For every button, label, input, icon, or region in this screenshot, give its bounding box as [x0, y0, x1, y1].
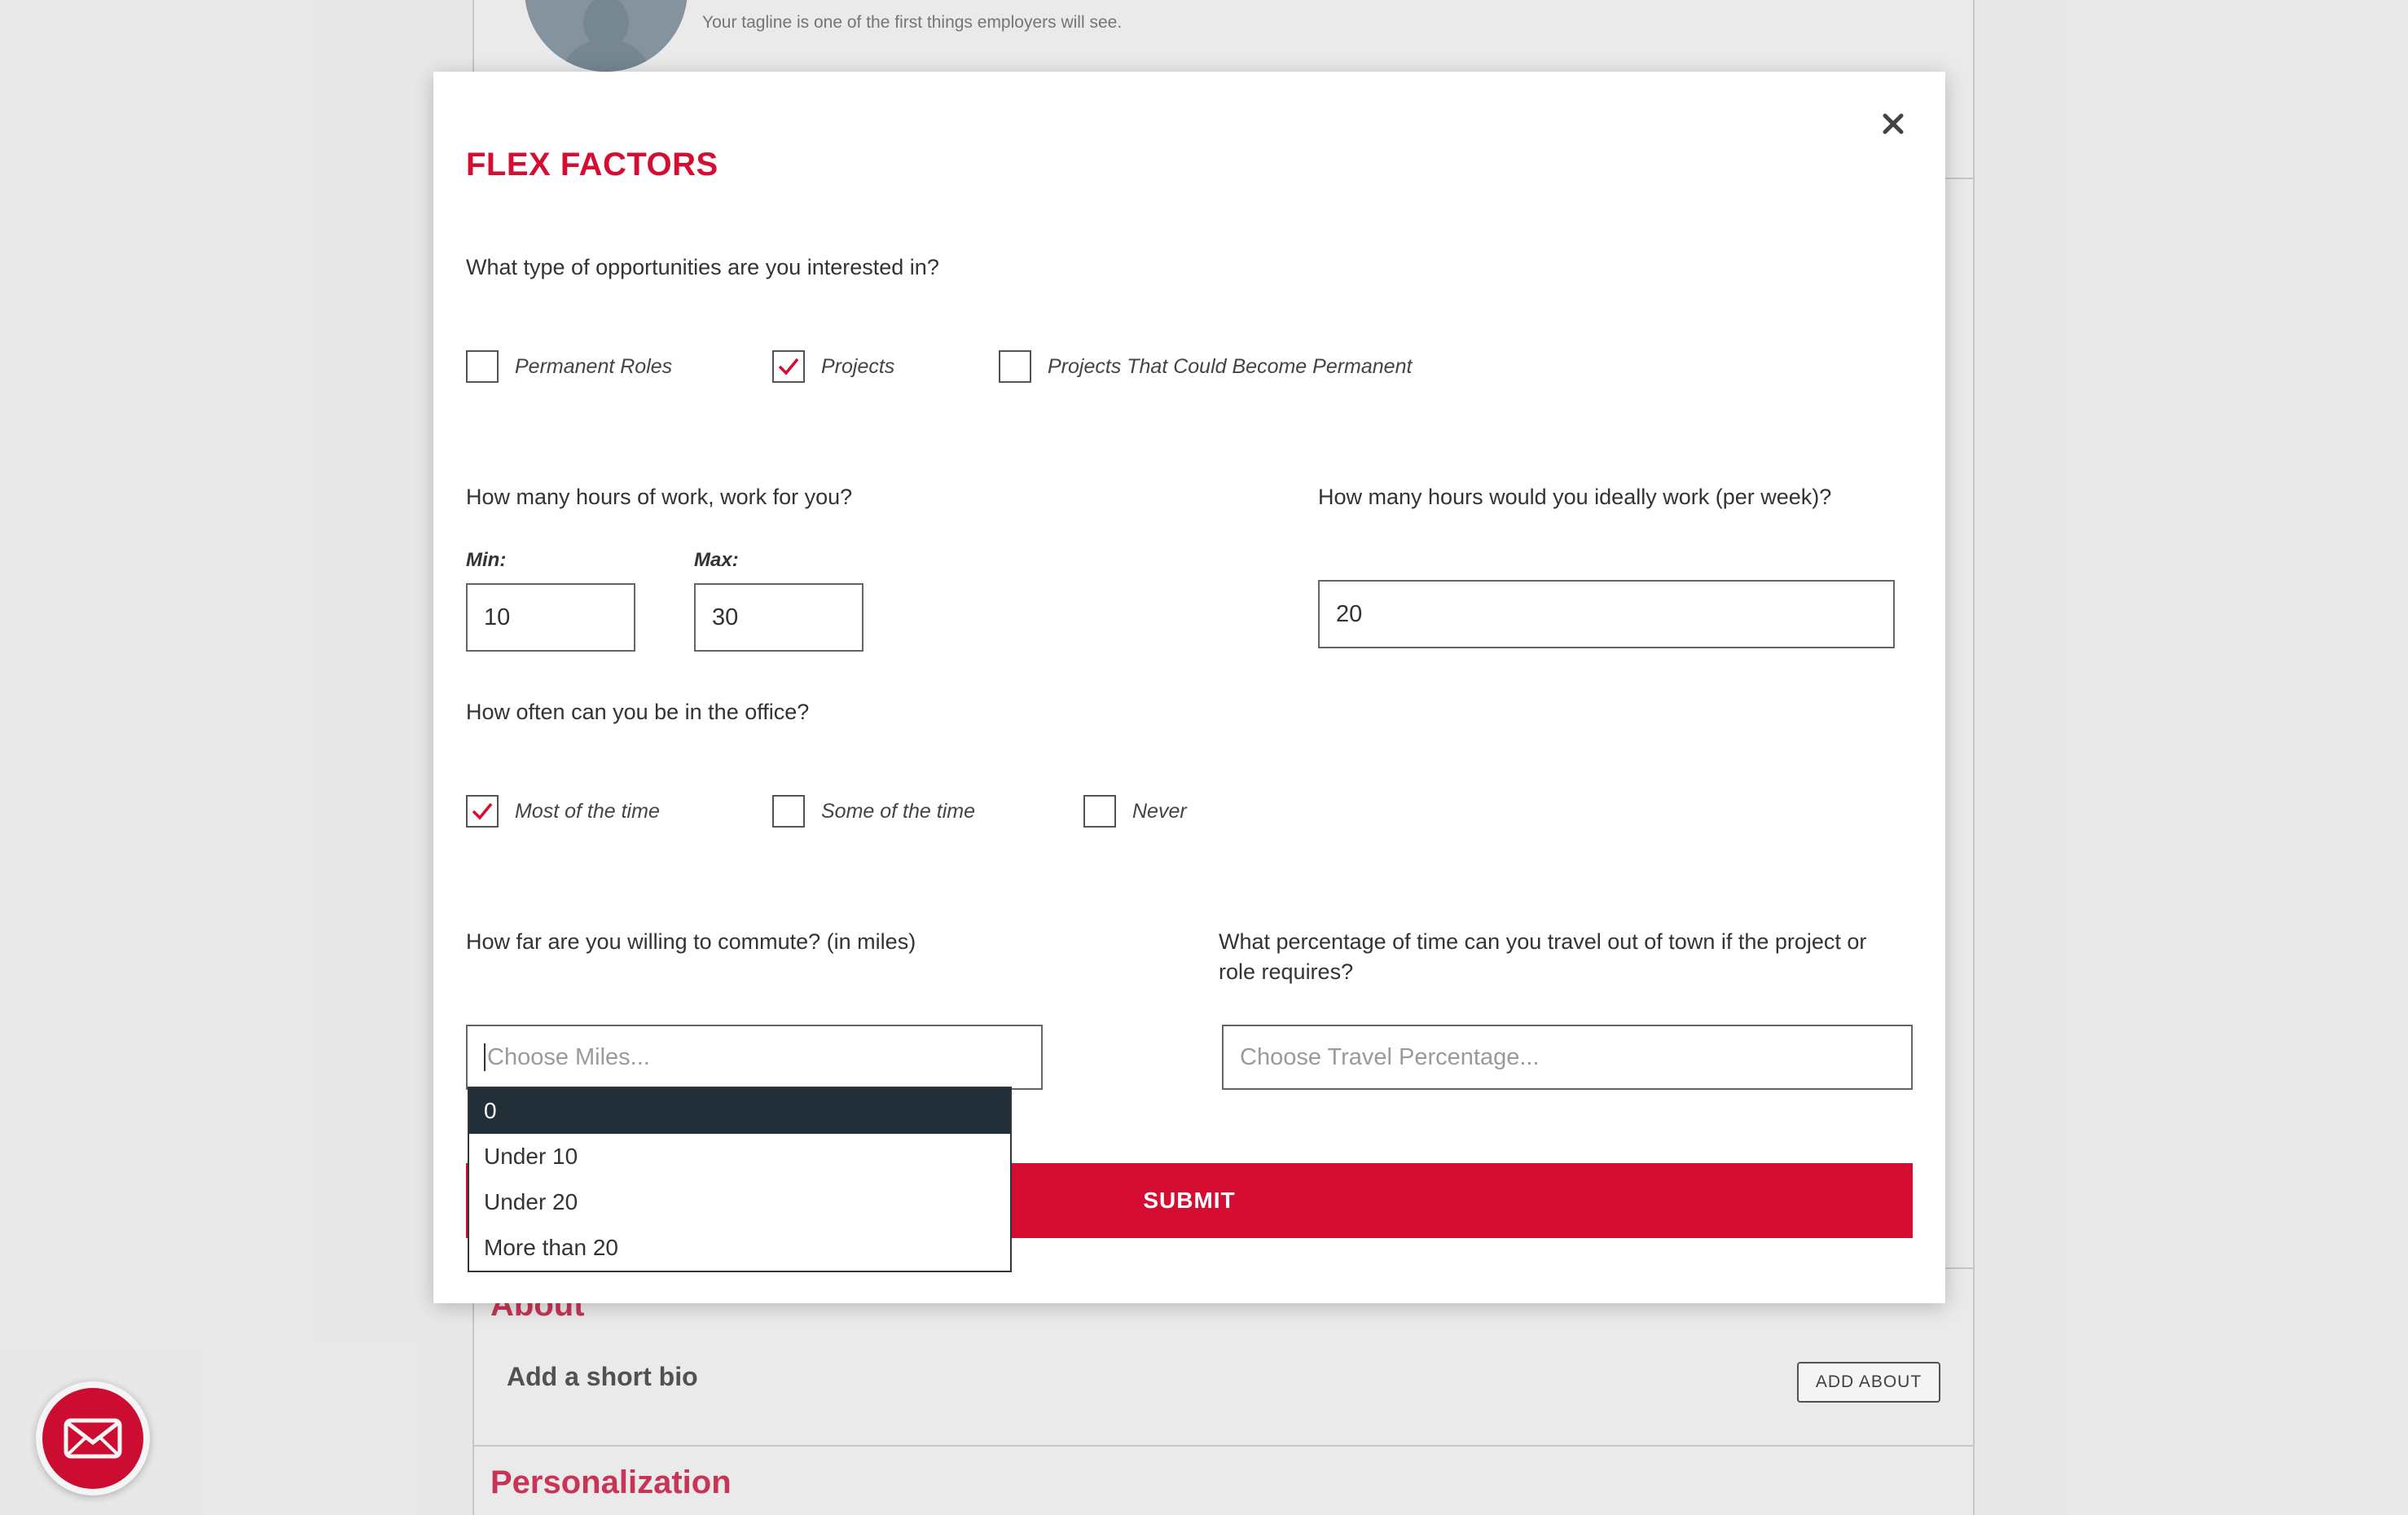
- ideal-hours-input[interactable]: 20: [1318, 580, 1895, 648]
- commute-dropdown-list: 0 Under 10 Under 20 More than 20: [468, 1087, 1012, 1272]
- checkbox-projects[interactable]: Projects: [772, 350, 894, 383]
- checkbox-label: Permanent Roles: [515, 354, 673, 378]
- checkmark-icon: [472, 802, 493, 820]
- checkbox-never[interactable]: Never: [1083, 795, 1187, 828]
- checkbox[interactable]: [772, 350, 805, 383]
- travel-question-line2: role requires?: [1219, 960, 1354, 984]
- checkbox-label: Projects: [821, 354, 895, 378]
- travel-percentage-select[interactable]: Choose Travel Percentage...: [1222, 1025, 1913, 1090]
- dropdown-option[interactable]: 0: [469, 1088, 1010, 1134]
- commute-placeholder: Choose Miles...: [487, 1043, 650, 1070]
- flex-factors-modal: FLEX FACTORS What type of opportunities …: [433, 72, 1945, 1303]
- travel-placeholder: Choose Travel Percentage...: [1240, 1043, 1540, 1070]
- checkbox[interactable]: [466, 350, 499, 383]
- travel-question: What percentage of time can you travel o…: [1219, 927, 1866, 987]
- checkbox[interactable]: [999, 350, 1031, 383]
- checkbox-label: Projects That Could Become Permanent: [1048, 354, 1413, 378]
- office-question: How often can you be in the office?: [466, 700, 810, 724]
- hours-question: How many hours of work, work for you?: [466, 485, 853, 509]
- checkbox-projects-permanent[interactable]: Projects That Could Become Permanent: [999, 350, 1412, 383]
- min-hours-input[interactable]: 10: [466, 583, 635, 652]
- opportunities-question: What type of opportunities are you inter…: [466, 255, 939, 279]
- max-hours-input[interactable]: 30: [694, 583, 863, 652]
- dropdown-option[interactable]: Under 20: [469, 1179, 1010, 1225]
- checkbox[interactable]: [1083, 795, 1116, 828]
- checkmark-icon: [778, 358, 799, 375]
- close-icon: [1883, 113, 1904, 134]
- checkbox-label: Most of the time: [515, 799, 660, 823]
- min-label: Min:: [466, 549, 507, 571]
- commute-question: How far are you willing to commute? (in …: [466, 929, 916, 954]
- commute-miles-select[interactable]: Choose Miles...: [466, 1025, 1043, 1090]
- checkbox-permanent-roles[interactable]: Permanent Roles: [466, 350, 672, 383]
- close-button[interactable]: [1875, 106, 1911, 142]
- checkbox[interactable]: [772, 795, 805, 828]
- travel-question-line1: What percentage of time can you travel o…: [1219, 929, 1867, 954]
- dropdown-option[interactable]: More than 20: [469, 1225, 1010, 1271]
- ideal-hours-question: How many hours would you ideally work (p…: [1318, 485, 1832, 509]
- max-label: Max:: [694, 549, 739, 571]
- modal-title: FLEX FACTORS: [466, 147, 718, 182]
- checkbox[interactable]: [466, 795, 499, 828]
- checkbox-some-of-the-time[interactable]: Some of the time: [772, 795, 975, 828]
- checkbox-most-of-the-time[interactable]: Most of the time: [466, 795, 660, 828]
- checkbox-label: Never: [1132, 799, 1187, 823]
- dropdown-option[interactable]: Under 10: [469, 1134, 1010, 1179]
- checkbox-label: Some of the time: [821, 799, 975, 823]
- text-caret: [484, 1043, 486, 1071]
